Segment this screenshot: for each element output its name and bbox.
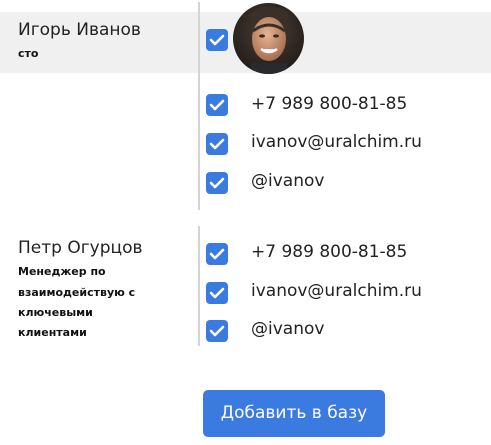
contact-phone: +7 989 800-81-85 [251, 242, 408, 262]
contact-checkbox[interactable] [206, 243, 228, 265]
person-role-line: взаимодействую с [18, 286, 136, 299]
person-name: Петр Огурцов [18, 238, 143, 258]
contact-email: ivanov@uralchim.ru [251, 281, 422, 301]
person-select-checkbox[interactable] [206, 29, 228, 51]
person-name: Игорь Иванов [18, 20, 141, 40]
contact-checkbox[interactable] [206, 94, 228, 116]
contact-handle: @ivanov [251, 319, 325, 339]
contact-email: ivanov@uralchim.ru [251, 132, 422, 152]
contact-checkbox[interactable] [206, 133, 228, 155]
contact-phone: +7 989 800-81-85 [251, 94, 408, 114]
column-divider [198, 2, 200, 210]
person-role-line: Менеджер по [18, 265, 106, 278]
contact-checkbox[interactable] [206, 320, 228, 342]
checkmark-icon [209, 287, 225, 299]
checkmark-icon [209, 325, 225, 337]
checkmark-icon [209, 177, 225, 189]
avatar [233, 3, 304, 74]
contact-checkbox[interactable] [206, 172, 228, 194]
checkmark-icon [209, 34, 225, 46]
person-role-line: клиентами [18, 326, 87, 339]
person-role: сто [18, 47, 39, 60]
column-divider [198, 226, 200, 346]
checkmark-icon [209, 138, 225, 150]
contact-checkbox[interactable] [206, 282, 228, 304]
person-role-line: ключевыми [18, 306, 93, 319]
contact-handle: @ivanov [251, 171, 325, 191]
add-to-database-button[interactable]: Добавить в базу [203, 390, 385, 437]
checkmark-icon [209, 99, 225, 111]
checkmark-icon [209, 248, 225, 260]
